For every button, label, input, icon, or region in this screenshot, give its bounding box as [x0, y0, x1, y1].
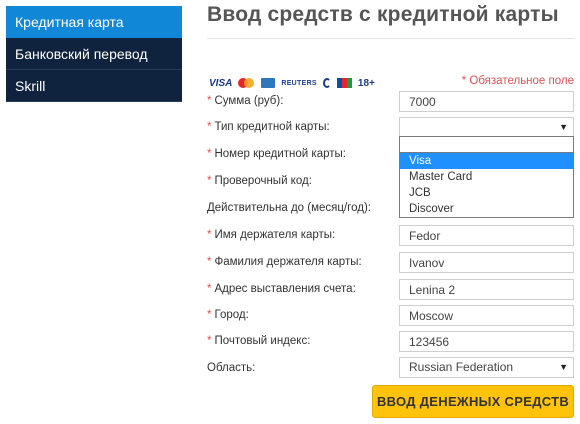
card-type-select[interactable]: ▼ — [399, 117, 574, 138]
jcb-logo — [336, 78, 352, 88]
last-name-label: Фамилия держателя карты: — [214, 256, 362, 268]
option-master-card[interactable]: Master Card — [400, 169, 573, 185]
sidebar-item-credit-card[interactable]: Кредитная карта — [6, 6, 182, 38]
card-number-label: Номер кредитной карты: — [214, 148, 346, 160]
required-star: * — [207, 121, 212, 133]
amount-input[interactable] — [399, 91, 574, 112]
option-visa[interactable]: Visa — [400, 153, 573, 169]
payment-method-sidebar: Кредитная карта Банковский перевод Skril… — [6, 6, 182, 102]
region-label: Область: — [207, 362, 256, 374]
card-logos: VISA REUTERS 18+ — [209, 77, 381, 89]
amount-label: Сумма (руб): — [214, 95, 284, 107]
required-star: * — [207, 95, 212, 107]
chevron-down-icon: ▼ — [559, 122, 568, 132]
expiry-label: Действительна до (месяц/год): — [207, 202, 371, 214]
reuters-logo: REUTERS — [281, 79, 317, 87]
cvv-label: Проверочный код: — [214, 175, 312, 187]
city-input[interactable] — [399, 305, 574, 326]
required-star: * — [207, 229, 212, 241]
chevron-down-icon: ▼ — [559, 362, 568, 372]
city-label: Город: — [214, 309, 249, 321]
card-type-label: Тип кредитной карты: — [214, 121, 330, 133]
required-star: * — [207, 148, 212, 160]
sidebar-item-skrill[interactable]: Skrill — [6, 70, 182, 102]
required-star: * — [207, 309, 212, 321]
first-name-input[interactable] — [399, 225, 574, 246]
title-divider — [207, 38, 575, 39]
required-star: * — [207, 256, 212, 268]
region-select[interactable]: Russian Federation ▼ — [399, 357, 574, 378]
page-title: Ввод средств с кредитной карты — [207, 3, 559, 26]
deposit-submit-button[interactable]: ВВОД ДЕНЕЖНЫХ СРЕДСТВ — [372, 385, 574, 418]
required-star: * — [207, 335, 212, 347]
sidebar-item-bank-transfer[interactable]: Банковский перевод — [6, 38, 182, 70]
diners-logo — [322, 78, 331, 88]
first-name-label: Имя держателя карты: — [214, 229, 336, 241]
region-value: Russian Federation — [409, 360, 514, 374]
last-name-input[interactable] — [399, 252, 574, 273]
zip-label: Почтовый индекс: — [214, 335, 311, 347]
amex-logo — [261, 78, 276, 88]
option-jcb[interactable]: JCB — [400, 185, 573, 201]
address-input[interactable] — [399, 279, 574, 300]
dropdown-search-input[interactable] — [400, 137, 573, 153]
mastercard-logo — [238, 78, 255, 88]
option-discover[interactable]: Discover — [400, 201, 573, 217]
required-star: * — [207, 175, 212, 187]
required-star: * — [207, 283, 212, 295]
zip-input[interactable] — [399, 331, 574, 352]
visa-logo: VISA — [209, 77, 233, 89]
required-field-note: * Обязательное поле — [461, 75, 574, 87]
age-rating-badge: 18+ — [357, 77, 375, 89]
card-type-dropdown: Visa Master Card JCB Discover — [399, 136, 574, 218]
address-label: Адрес выставления счета: — [214, 283, 356, 295]
